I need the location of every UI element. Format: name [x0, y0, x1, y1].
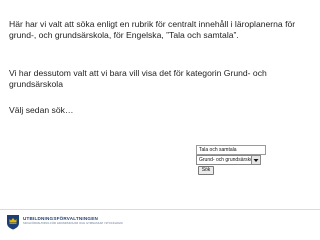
footer-divider — [0, 209, 320, 210]
instruction-paragraph: Välj sedan sök… — [9, 105, 74, 115]
search-input[interactable]: Tala och samtala — [196, 145, 266, 155]
org-tagline: SKOLFÖRVALTNING FÖR GRUNDSKOLOR OCH GYMN… — [23, 222, 123, 225]
category-select[interactable]: Grund- och grundsärskola — [196, 155, 258, 165]
intro-paragraph: Här har vi valt att söka enligt en rubri… — [9, 19, 296, 40]
slide: Här har vi valt att söka enligt en rubri… — [0, 0, 320, 240]
stockholm-crown-emblem-icon — [7, 215, 19, 230]
org-name: UTBILDNINGSFÖRVALTNINGEN — [23, 216, 98, 221]
category-paragraph: Vi har dessutom valt att vi bara vill vi… — [9, 68, 267, 89]
search-button[interactable]: Sök — [198, 166, 214, 175]
chevron-down-icon[interactable] — [251, 155, 261, 165]
